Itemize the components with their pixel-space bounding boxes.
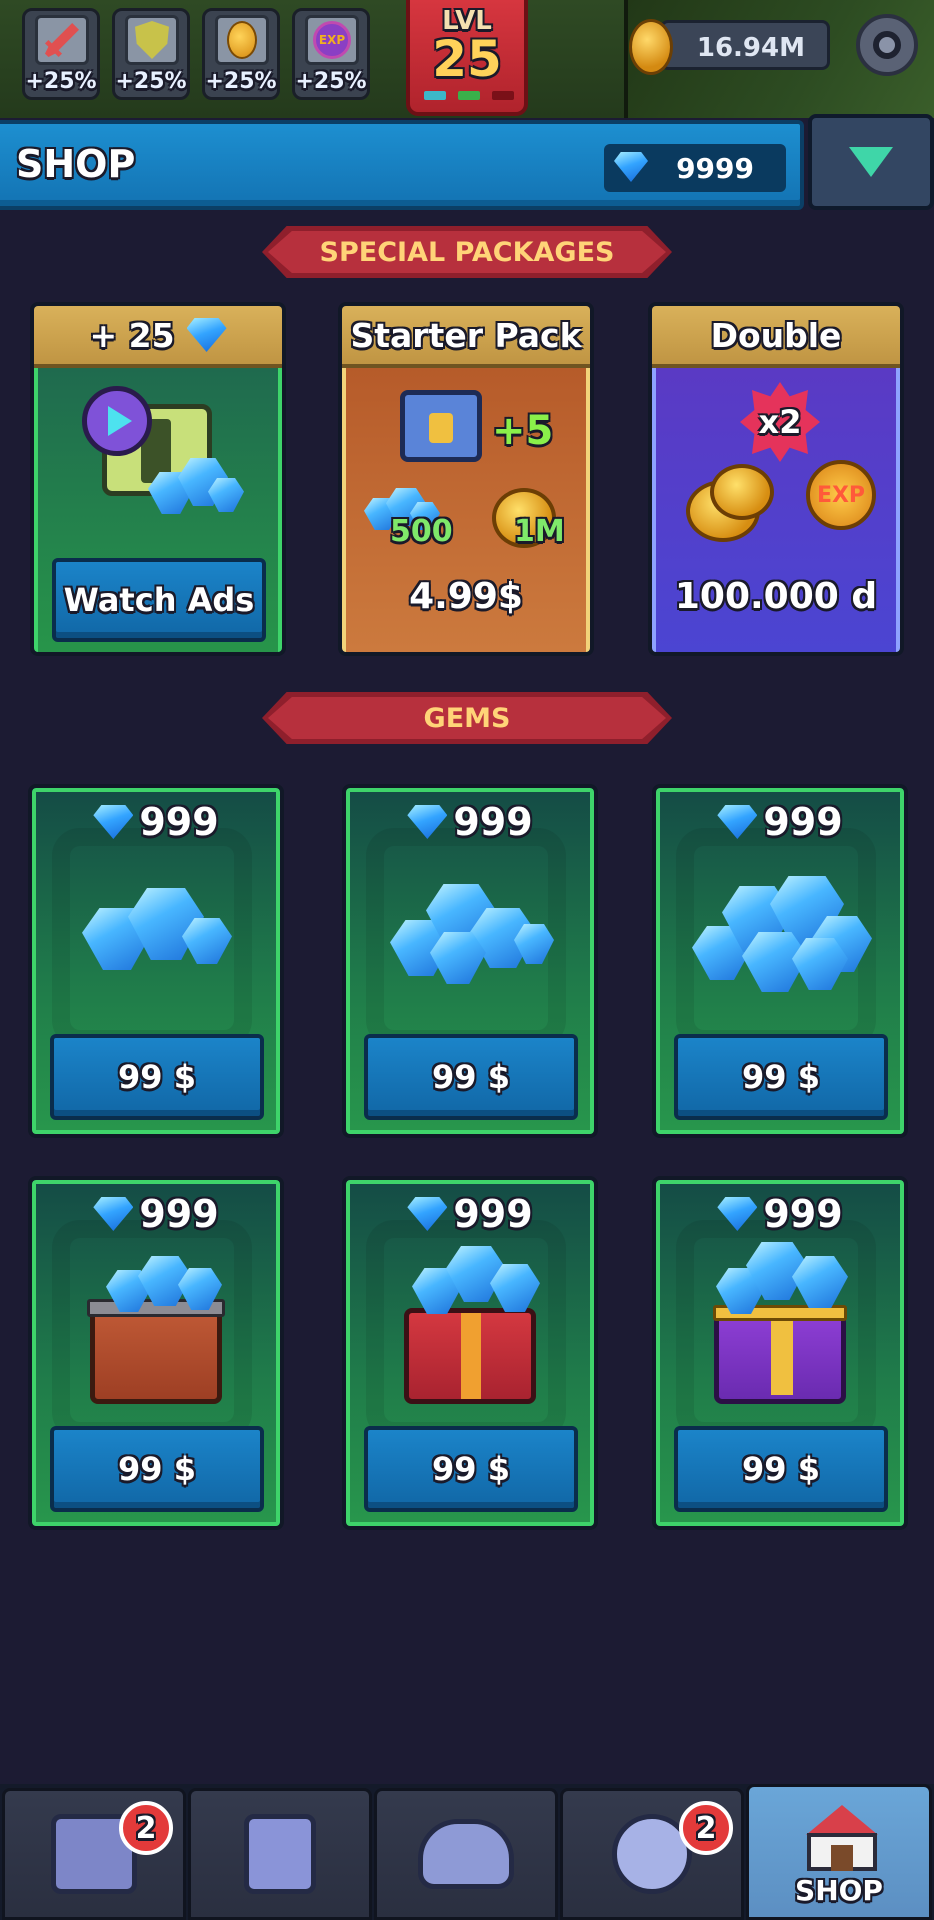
buff-attack-value: +25% <box>25 69 97 94</box>
gem-offer-card[interactable]: 999 99 $ <box>652 784 908 1138</box>
watch-ads-button[interactable]: Watch Ads <box>52 558 266 642</box>
package-header: Starter Pack <box>342 306 590 368</box>
level-badge[interactable]: LVL 25 <box>406 0 528 116</box>
gem-icon <box>407 1197 448 1231</box>
notification-badge: 2 <box>679 1801 733 1855</box>
gem-offer-amount: 999 <box>32 800 280 844</box>
buff-attack[interactable]: +25% <box>22 8 100 100</box>
section-title-special: SPECIAL PACKAGES <box>268 231 666 273</box>
page-title: SHOP <box>16 142 136 186</box>
buy-button[interactable]: 99 $ <box>674 1426 888 1512</box>
exp-icon: EXP <box>806 460 876 530</box>
gem-offer-card[interactable]: 999 99 $ <box>342 784 598 1138</box>
gem-balance: 9999 <box>604 144 786 192</box>
gem-bonus: 500 <box>390 514 453 549</box>
gem-icon <box>717 805 758 839</box>
package-body: +5 500 1M 4.99$ <box>342 368 590 652</box>
notification-badge: 2 <box>119 1801 173 1855</box>
double-price[interactable]: 100.000 d <box>656 576 896 617</box>
gem-icon <box>614 152 648 182</box>
nav-tab-chest[interactable]: 2 <box>2 1788 186 1920</box>
level-number: 25 <box>432 30 502 88</box>
shop-header: SHOP 9999 <box>0 120 804 210</box>
exp-icon: EXP <box>305 15 359 65</box>
buff-defense-value: +25% <box>115 69 187 94</box>
buff-gold-value: +25% <box>205 69 277 94</box>
level-progress-bars <box>424 91 514 100</box>
buff-exp-value: +25% <box>295 69 367 94</box>
gem-offer-card[interactable]: 999 99 $ <box>342 1176 598 1530</box>
starter-pack-price[interactable]: 4.99$ <box>346 576 586 617</box>
package-double[interactable]: Double x2 EXP 100.000 d <box>648 302 904 656</box>
buy-button[interactable]: 99 $ <box>364 1034 578 1120</box>
shop-house-icon <box>797 1805 887 1871</box>
package-starter-pack[interactable]: Starter Pack +5 500 1M 4.99$ <box>338 302 594 656</box>
shield-icon <box>125 15 179 65</box>
sword-icon <box>35 15 89 65</box>
buy-button[interactable]: 99 $ <box>50 1426 264 1512</box>
package-body: x2 EXP 100.000 d <box>652 368 900 652</box>
coin-icon <box>215 15 269 65</box>
gem-balance-value: 9999 <box>676 152 754 185</box>
purple-gem-chest <box>713 1305 847 1404</box>
package-reward-amount: + 25 <box>89 315 175 355</box>
red-gem-chest <box>404 1308 536 1404</box>
gem-icon <box>186 318 227 352</box>
package-header: Double <box>652 306 900 368</box>
gem-offer-amount: 999 <box>346 1192 594 1236</box>
section-title-gems: GEMS <box>268 697 666 739</box>
wooden-gem-chest <box>87 1299 225 1404</box>
coin-amount: 16.94M <box>696 33 805 63</box>
chest-icon <box>400 390 482 462</box>
multiplier-badge: x2 <box>740 382 820 462</box>
nav-tab-shop-label: SHOP <box>795 1874 883 1907</box>
nav-tab-skills[interactable]: 2 <box>560 1788 744 1920</box>
settings-button[interactable] <box>856 14 918 76</box>
gem-offer-card[interactable]: 999 99 $ <box>28 1176 284 1530</box>
gem-icon <box>407 805 448 839</box>
coin-icon <box>629 19 673 75</box>
package-watch-ads[interactable]: + 25 Watch Ads <box>30 302 286 656</box>
viking-helmet-icon <box>418 1819 514 1889</box>
coin-icon <box>710 464 774 520</box>
nav-tab-hero[interactable] <box>374 1788 558 1920</box>
buy-button[interactable]: 99 $ <box>364 1426 578 1512</box>
buy-button[interactable]: 99 $ <box>674 1034 888 1120</box>
buff-gold[interactable]: +25% <box>202 8 280 100</box>
gem-icon <box>93 1197 134 1231</box>
collapse-button[interactable] <box>808 114 934 210</box>
gem-offer-card[interactable]: 999 99 $ <box>28 784 284 1138</box>
gem-offer-amount: 999 <box>656 1192 904 1236</box>
gem-offer-amount: 999 <box>346 800 594 844</box>
buff-exp[interactable]: EXP +25% <box>292 8 370 100</box>
coin-bonus: 1M <box>514 514 565 549</box>
nav-tab-shop[interactable]: SHOP <box>746 1784 932 1920</box>
buff-defense[interactable]: +25% <box>112 8 190 100</box>
gem-offer-card[interactable]: 999 99 $ <box>652 1176 908 1530</box>
package-header: + 25 <box>34 306 282 368</box>
gear-icon <box>873 31 901 59</box>
package-body: Watch Ads <box>34 368 282 652</box>
gem-offer-amount: 999 <box>656 800 904 844</box>
chest-bonus: +5 <box>492 408 554 454</box>
gem-offer-amount: 999 <box>32 1192 280 1236</box>
play-icon <box>82 386 152 456</box>
coin-counter: 16.94M <box>629 19 830 75</box>
triangle-down-icon <box>849 147 893 177</box>
upgrade-book-icon <box>244 1814 316 1894</box>
nav-tab-upgrades[interactable] <box>188 1788 372 1920</box>
buy-button[interactable]: 99 $ <box>50 1034 264 1120</box>
gem-icon <box>93 805 134 839</box>
gem-icon <box>717 1197 758 1231</box>
